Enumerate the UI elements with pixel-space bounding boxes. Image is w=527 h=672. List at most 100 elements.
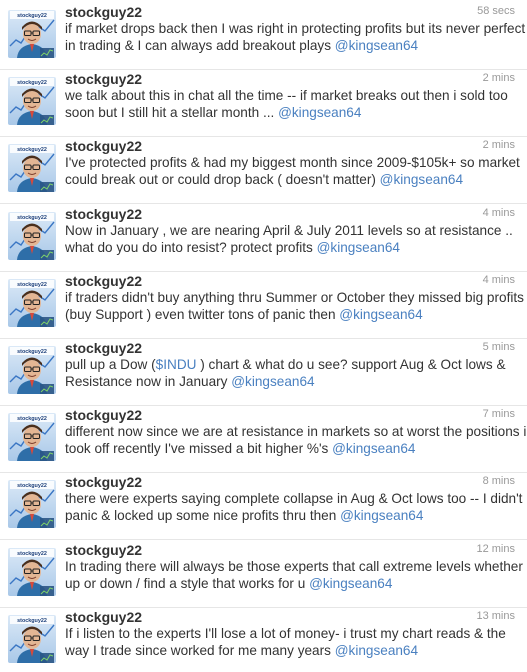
tweet: stockguy22 stockguy22 4 mins Now in Janu… — [0, 202, 527, 272]
mention-link[interactable]: @kingsean64 — [278, 105, 361, 120]
timestamp-link[interactable]: 4 mins — [483, 207, 515, 219]
username-link[interactable]: stockguy22 — [65, 206, 142, 222]
tweet-text-line: if market drops back then I was right in… — [65, 20, 525, 37]
avatar[interactable]: stockguy22 — [8, 346, 56, 394]
avatar[interactable]: stockguy22 — [8, 77, 56, 125]
timestamp-link[interactable]: 2 mins — [483, 72, 515, 84]
avatar[interactable]: stockguy22 — [8, 548, 56, 596]
mention-link[interactable]: @kingsean64 — [231, 374, 314, 389]
avatar[interactable]: stockguy22 — [8, 10, 56, 58]
tweet-text-line: took off recently I've missed a bit high… — [65, 440, 515, 457]
mention-link[interactable]: @kingsean64 — [380, 172, 463, 187]
timestamp-link[interactable]: 58 secs — [477, 5, 515, 17]
tweet-text-segment: took off recently I've missed a bit high… — [65, 441, 333, 456]
avatar-image-icon: stockguy22 — [8, 279, 56, 327]
timestamp-link[interactable]: 4 mins — [483, 274, 515, 286]
mention-link[interactable]: @kingsean64 — [340, 508, 423, 523]
tweet-text-segment: if traders didn't buy anything thru Summ… — [65, 290, 524, 305]
svg-text:stockguy22: stockguy22 — [17, 215, 47, 221]
tweet-text: different now since we are at resistance… — [65, 423, 526, 457]
tweet-text-line: panic & locked up some nice profits thru… — [65, 507, 515, 524]
tweet-text-line: different now since we are at resistance… — [65, 423, 526, 440]
avatar-image-icon: stockguy22 — [8, 77, 56, 125]
tweet-text-segment: Resistance now in January — [65, 374, 232, 389]
tweet-text-line: if traders didn't buy anything thru Summ… — [65, 289, 524, 306]
tweet-text-line: In trading there will always be those ex… — [65, 558, 523, 575]
tweet-text-segment: In trading there will always be those ex… — [65, 559, 523, 574]
avatar-image-icon: stockguy22 — [8, 346, 56, 394]
timestamp-link[interactable]: 8 mins — [483, 475, 515, 487]
avatar-image-icon: stockguy22 — [8, 10, 56, 58]
tweet-text-segment: soon but I still hit a stellar month ... — [65, 105, 279, 120]
username-link[interactable]: stockguy22 — [65, 609, 142, 625]
tweet-text: if traders didn't buy anything thru Summ… — [65, 289, 524, 323]
timestamp-link[interactable]: 2 mins — [483, 139, 515, 151]
tweet: stockguy22 stockguy22 12 mins In trading… — [0, 538, 527, 608]
username-link[interactable]: stockguy22 — [65, 407, 142, 423]
tweet-text-segment: we talk about this in chat all the time … — [65, 88, 508, 103]
mention-link[interactable]: @kingsean64 — [335, 38, 418, 53]
username-link[interactable]: stockguy22 — [65, 340, 142, 356]
avatar-image-icon: stockguy22 — [8, 548, 56, 596]
tweet: stockguy22 stockguy22 4 mins if traders … — [0, 269, 527, 339]
tweet-text-line: up or down / find a style that works for… — [65, 575, 515, 592]
username-link[interactable]: stockguy22 — [65, 4, 142, 20]
username-link[interactable]: stockguy22 — [65, 71, 142, 87]
tweet-text-segment: I've protected profits & had my biggest … — [65, 155, 520, 170]
tweet-text: In trading there will always be those ex… — [65, 558, 523, 592]
tweet-text-segment: panic & locked up some nice profits thru… — [65, 508, 341, 523]
avatar-image-icon: stockguy22 — [8, 144, 56, 192]
tweet-text-segment: up or down / find a style that works for… — [65, 576, 310, 591]
tweet-text-line: Now in January , we are nearing April & … — [65, 222, 515, 239]
mention-link[interactable]: @kingsean64 — [335, 643, 418, 658]
username-link[interactable]: stockguy22 — [65, 273, 142, 289]
username-link[interactable]: stockguy22 — [65, 138, 142, 154]
timestamp-link[interactable]: 12 mins — [476, 543, 515, 555]
tweet-text-segment: If i listen to the experts I'll lose a l… — [65, 626, 506, 641]
timestamp-link[interactable]: 13 mins — [476, 610, 515, 622]
tweet-text-line: If i listen to the experts I'll lose a l… — [65, 625, 515, 642]
tweet: stockguy22 stockguy22 13 mins If i liste… — [0, 605, 527, 672]
avatar[interactable]: stockguy22 — [8, 212, 56, 260]
tweet: stockguy22 stockguy22 2 mins I've protec… — [0, 134, 527, 204]
avatar[interactable]: stockguy22 — [8, 615, 56, 663]
svg-text:stockguy22: stockguy22 — [17, 618, 47, 624]
avatar-image-icon: stockguy22 — [8, 212, 56, 260]
tweet-text-segment: there were experts saying complete colla… — [65, 491, 523, 506]
svg-text:stockguy22: stockguy22 — [17, 483, 47, 489]
tweet-text-line: Resistance now in January @kingsean64 — [65, 373, 515, 390]
mention-link[interactable]: @kingsean64 — [317, 240, 400, 255]
tweet-text: if market drops back then I was right in… — [65, 20, 525, 54]
ticker-link[interactable]: $INDU — [156, 357, 197, 372]
avatar-image-icon: stockguy22 — [8, 413, 56, 461]
avatar[interactable]: stockguy22 — [8, 480, 56, 528]
tweet-text-segment: what do you do into resist? protect prof… — [65, 240, 317, 255]
tweet-text-line: in trading & I can always add breakout p… — [65, 37, 515, 54]
svg-text:stockguy22: stockguy22 — [17, 551, 47, 557]
tweet-text-line: there were experts saying complete colla… — [65, 490, 522, 507]
tweet-text-line: way I trade since worked for me many yea… — [65, 642, 515, 659]
avatar[interactable]: stockguy22 — [8, 144, 56, 192]
tweet-text-segment: ) chart & what do u see? support Aug & O… — [196, 357, 506, 372]
tweet: stockguy22 stockguy22 8 mins there were … — [0, 470, 527, 540]
tweet-text-line: could break out or could drop back ( doe… — [65, 171, 515, 188]
tweet-text-line: I've protected profits & had my biggest … — [65, 154, 520, 171]
tweet-feed: stockguy22 stockguy22 58 secs if market … — [0, 0, 527, 672]
tweet-text: pull up a Dow ($INDU ) chart & what do u… — [65, 356, 515, 390]
tweet-text: there were experts saying complete colla… — [65, 490, 522, 524]
svg-text:stockguy22: stockguy22 — [17, 349, 47, 355]
avatar-image-icon: stockguy22 — [8, 615, 56, 663]
tweet-text-segment: pull up a Dow ( — [65, 357, 156, 372]
mention-link[interactable]: @kingsean64 — [309, 576, 392, 591]
username-link[interactable]: stockguy22 — [65, 542, 142, 558]
mention-link[interactable]: @kingsean64 — [332, 441, 415, 456]
timestamp-link[interactable]: 5 mins — [483, 341, 515, 353]
svg-text:stockguy22: stockguy22 — [17, 80, 47, 86]
tweet-text: If i listen to the experts I'll lose a l… — [65, 625, 515, 659]
avatar[interactable]: stockguy22 — [8, 413, 56, 461]
timestamp-link[interactable]: 7 mins — [483, 408, 515, 420]
mention-link[interactable]: @kingsean64 — [339, 307, 422, 322]
username-link[interactable]: stockguy22 — [65, 474, 142, 490]
avatar[interactable]: stockguy22 — [8, 279, 56, 327]
tweet-text-segment: Now in January , we are nearing April & … — [65, 223, 513, 238]
